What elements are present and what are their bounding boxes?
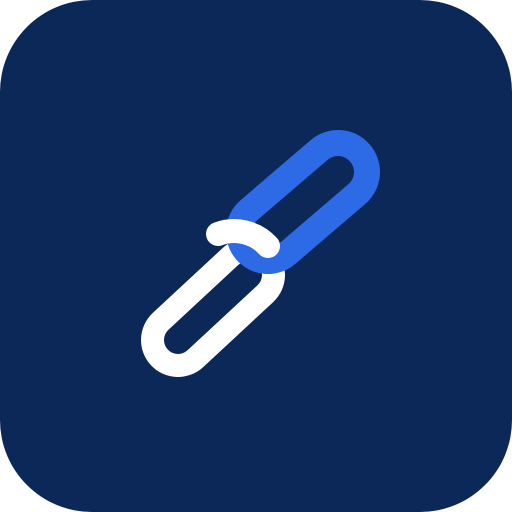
link-icon: [0, 0, 512, 512]
chain-link-back-overlap: [206, 219, 280, 258]
app-icon[interactable]: [0, 0, 512, 512]
